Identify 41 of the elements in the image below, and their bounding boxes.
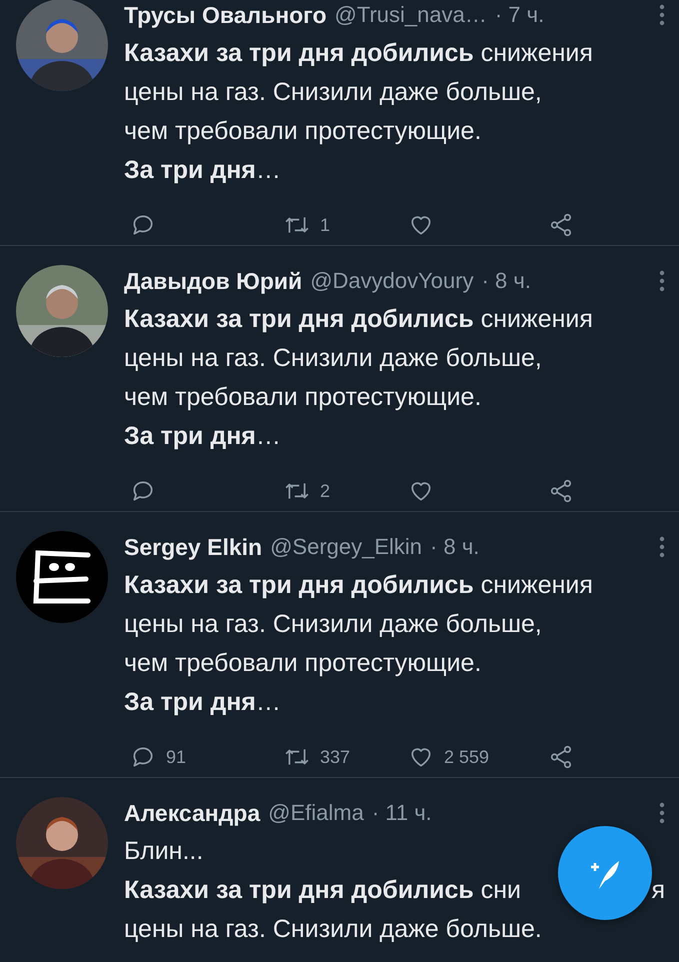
- tweet-text: чем требовали протестующие.: [124, 383, 482, 412]
- author-handle: @Efialma: [268, 800, 364, 826]
- tweet-text: чем требовали протестующие.: [124, 117, 482, 146]
- action-count: 337: [320, 746, 350, 768]
- tweet-text: цены на газ. Снизили даже больше,: [124, 610, 542, 639]
- tweet-time: · 7 ч.: [494, 2, 544, 28]
- tweet-text: чем требовали протестующие.: [124, 649, 482, 678]
- more-icon[interactable]: [659, 536, 665, 558]
- tweet-text: Казахи за три дня добились снижения: [124, 571, 593, 600]
- tweet-time: · 8 ч.: [430, 534, 480, 560]
- tweet-text: цены на газ. Снизили даже больше.: [124, 915, 542, 944]
- author-handle: @DavydovYoury: [310, 268, 474, 294]
- more-icon[interactable]: [659, 802, 665, 824]
- author-name[interactable]: Трусы Овального: [124, 2, 326, 28]
- author-handle: @Trusi_nava…: [334, 2, 487, 28]
- share-icon[interactable]: [548, 478, 574, 504]
- more-icon[interactable]: [659, 4, 665, 26]
- action-count: 1: [320, 214, 330, 236]
- tweet-text: Казахи за три дня добились снижения: [124, 305, 593, 334]
- action-count: 2: [320, 480, 330, 502]
- tweet-text: Блин...: [124, 837, 204, 866]
- share-icon[interactable]: [548, 744, 574, 770]
- tweet-text: За три дня…: [124, 422, 281, 451]
- tweet-text: цены на газ. Снизили даже больше,: [124, 344, 542, 373]
- author-handle: @Sergey_Elkin: [270, 534, 422, 560]
- tweet-time: · 8 ч.: [482, 268, 531, 294]
- tweet-text: Казахи за три дня добились снижения: [124, 39, 593, 68]
- tweet-text: За три дня…: [124, 688, 281, 717]
- author-name[interactable]: Александра: [124, 800, 260, 826]
- tweet-text: цены на газ. Снизили даже больше,: [124, 78, 542, 107]
- tweet-text: Казахи за три дня добились сни: [124, 876, 521, 905]
- avatar-logo-icon: [16, 531, 108, 623]
- action-count: 91: [166, 746, 186, 768]
- tweet-text: За три дня…: [124, 156, 281, 185]
- author-name[interactable]: Sergey Elkin: [124, 534, 262, 560]
- more-icon[interactable]: [659, 270, 665, 292]
- author-name[interactable]: Давыдов Юрий: [124, 268, 302, 294]
- share-icon[interactable]: [548, 212, 574, 238]
- action-count: 2 559: [444, 746, 490, 768]
- tweet-time: · 11 ч.: [372, 800, 432, 826]
- tweet-text: я: [651, 876, 665, 905]
